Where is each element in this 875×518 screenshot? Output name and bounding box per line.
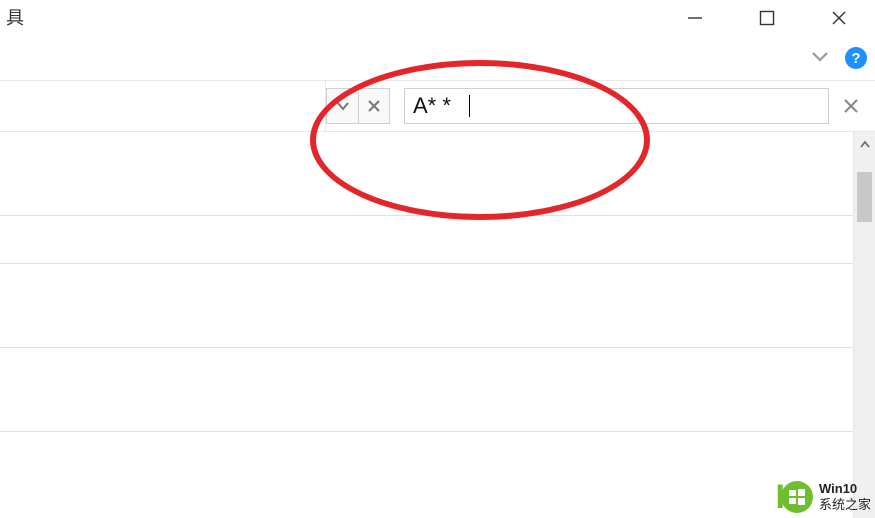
- minimize-button[interactable]: [659, 2, 731, 34]
- clear-search-button[interactable]: [837, 92, 865, 120]
- window-titlebar: [0, 0, 875, 36]
- close-button[interactable]: [803, 2, 875, 34]
- scroll-thumb[interactable]: [857, 172, 872, 222]
- list-item[interactable]: [0, 348, 853, 432]
- windows-icon: [781, 481, 813, 513]
- list-item[interactable]: [0, 216, 853, 264]
- watermark: I Win10 系统之家: [776, 480, 871, 514]
- list-item[interactable]: [0, 264, 853, 348]
- cancel-nav-button[interactable]: [358, 88, 390, 124]
- results-list: [0, 132, 853, 518]
- watermark-text: Win10 系统之家: [819, 481, 871, 512]
- search-field-wrapper: [404, 88, 829, 124]
- vertical-scrollbar[interactable]: [853, 132, 875, 518]
- search-input[interactable]: [413, 93, 820, 119]
- history-dropdown-button[interactable]: [326, 88, 358, 124]
- watermark-logo: I: [776, 480, 813, 514]
- watermark-line1: Win10: [819, 481, 871, 497]
- address-area: [0, 81, 326, 131]
- scroll-up-button[interactable]: [854, 134, 875, 156]
- nav-button-group: [326, 81, 390, 131]
- text-cursor: [469, 95, 470, 117]
- ribbon-collapse-icon[interactable]: [809, 45, 831, 72]
- content-area: [0, 132, 875, 518]
- search-toolbar: [0, 80, 875, 132]
- ribbon-row: ?: [0, 36, 875, 80]
- watermark-line2: 系统之家: [819, 497, 871, 513]
- help-button[interactable]: ?: [845, 47, 867, 69]
- maximize-button[interactable]: [731, 2, 803, 34]
- truncated-title-char: 具: [6, 4, 24, 30]
- list-item[interactable]: [0, 132, 853, 216]
